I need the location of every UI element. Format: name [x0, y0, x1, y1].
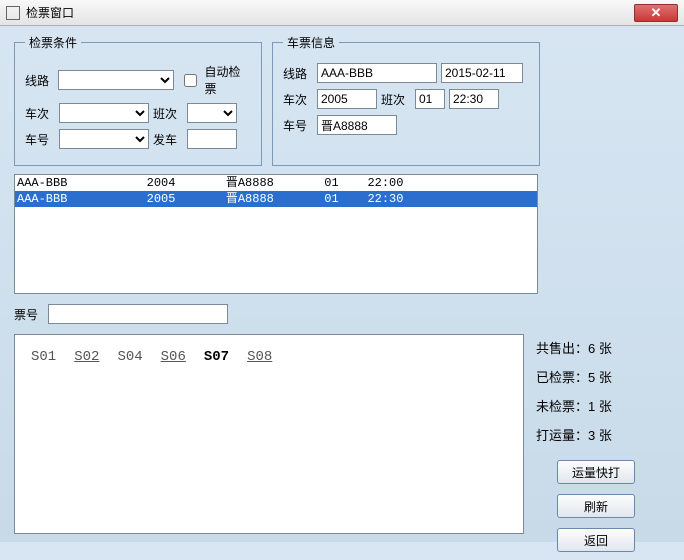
route-select[interactable]: [58, 70, 174, 90]
refresh-button[interactable]: 刷新: [557, 494, 635, 518]
seat-panel: S01 S02 S04 S06 S07 S08: [14, 334, 524, 534]
conditions-legend: 检票条件: [25, 34, 81, 51]
info-bus-label: 车号: [283, 117, 313, 134]
auto-label: 自动检票: [204, 63, 251, 97]
trip-listbox[interactable]: AAA-BBB 2004 晋A8888 01 22:00AAA-BBB 2005…: [14, 174, 538, 294]
auto-checkbox[interactable]: [184, 74, 197, 87]
ticketno-label: 票号: [14, 306, 44, 323]
table-row[interactable]: AAA-BBB 2005 晋A8888 01 22:30: [15, 191, 537, 207]
info-bus-input[interactable]: [317, 115, 397, 135]
seat-item[interactable]: S02: [74, 349, 99, 365]
app-icon: [6, 6, 20, 20]
seat-item[interactable]: S06: [161, 349, 186, 365]
side-panel: 共售出：6 张 已检票：5 张 未检票：1 张 打运量：3 张 运量快打 刷新 …: [536, 334, 656, 552]
bus-label: 车号: [25, 131, 55, 148]
ticketno-input[interactable]: [48, 304, 228, 324]
stat-checked: 已检票：5 张: [536, 367, 656, 386]
trip-label: 车次: [25, 105, 55, 122]
stat-unchecked: 未检票：1 张: [536, 396, 656, 415]
titlebar: 检票窗口 ✕: [0, 0, 684, 26]
info-time-input[interactable]: [449, 89, 499, 109]
ticket-info-group: 车票信息 线路 车次 班次 车号: [272, 34, 540, 166]
info-route-label: 线路: [283, 65, 313, 82]
stat-carry: 打运量：3 张: [536, 425, 656, 444]
info-route-input[interactable]: [317, 63, 437, 83]
seat-item[interactable]: S04: [117, 349, 142, 365]
seat-item[interactable]: S01: [31, 349, 56, 365]
info-legend: 车票信息: [283, 34, 339, 51]
table-row[interactable]: AAA-BBB 2004 晋A8888 01 22:00: [15, 175, 537, 191]
depart-label: 发车: [153, 131, 183, 148]
seat-item[interactable]: S08: [247, 349, 272, 365]
stat-sold: 共售出：6 张: [536, 338, 656, 357]
close-button[interactable]: ✕: [634, 4, 678, 22]
route-label: 线路: [25, 72, 54, 89]
conditions-group: 检票条件 线路 自动检票 车次 班次 车号 发车: [14, 34, 262, 166]
back-button[interactable]: 返回: [557, 528, 635, 552]
info-trip-label: 车次: [283, 91, 313, 108]
info-trip-input[interactable]: [317, 89, 377, 109]
quick-print-button[interactable]: 运量快打: [557, 460, 635, 484]
trip-select[interactable]: [59, 103, 149, 123]
seat-item[interactable]: S07: [204, 349, 229, 365]
info-shift-label: 班次: [381, 91, 411, 108]
window-title: 检票窗口: [26, 4, 634, 21]
info-shift-input[interactable]: [415, 89, 445, 109]
shift-label: 班次: [153, 105, 183, 122]
bus-select[interactable]: [59, 129, 149, 149]
info-date-input[interactable]: [441, 63, 523, 83]
shift-select[interactable]: [187, 103, 237, 123]
depart-input[interactable]: [187, 129, 237, 149]
